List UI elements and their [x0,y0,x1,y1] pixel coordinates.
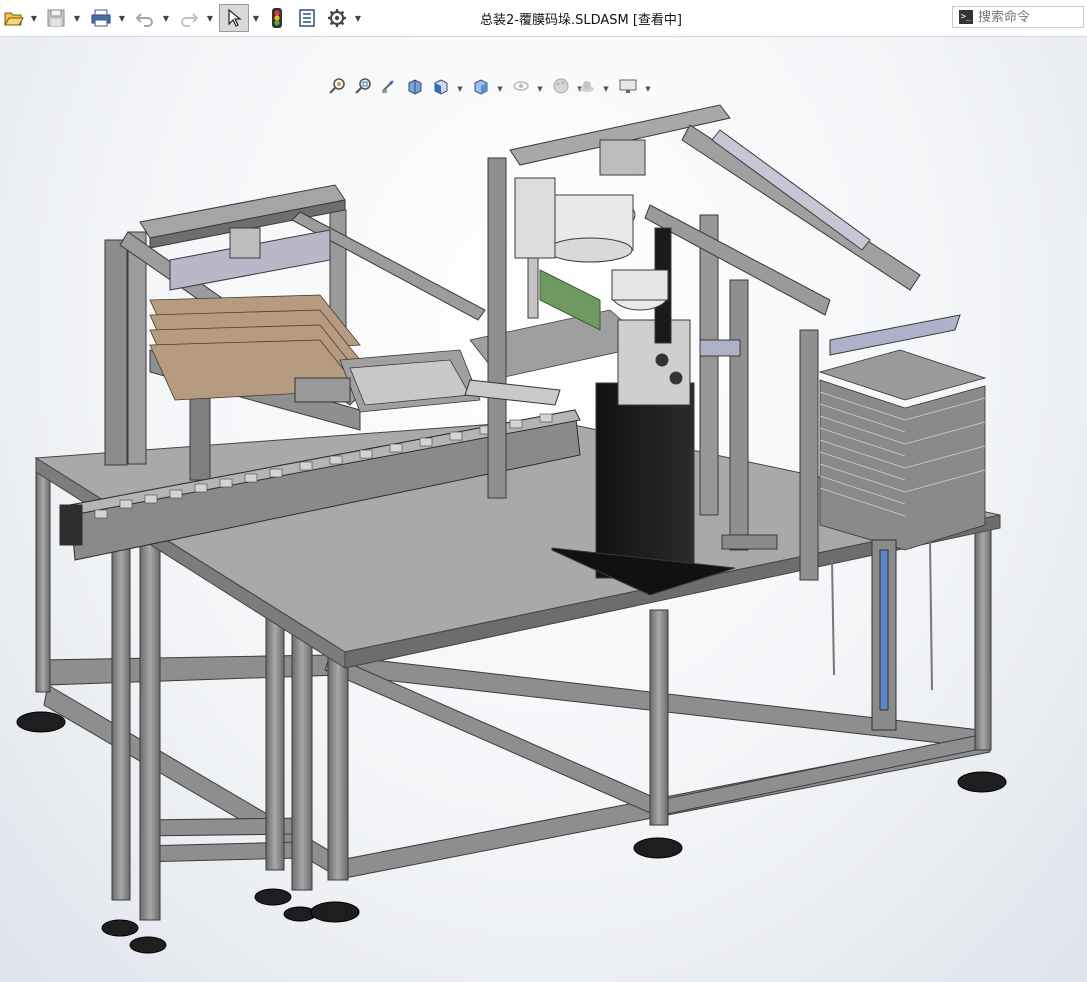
print-dropdown-icon[interactable]: ▼ [117,4,127,32]
file-properties-icon[interactable] [295,4,319,32]
gear-icon[interactable] [325,4,349,32]
traffic-light-icon[interactable] [265,4,289,32]
apply-scene-dropdown-icon[interactable]: ▼ [602,77,610,101]
view-settings-icon[interactable] [618,77,640,101]
view-orientation-icon[interactable] [432,77,454,101]
hide-show-dropdown-icon[interactable]: ▼ [536,77,544,101]
lift-column [831,539,933,731]
redo-icon[interactable] [177,4,201,32]
open-file-dropdown-icon[interactable]: ▼ [29,4,39,32]
save-icon[interactable] [44,4,68,32]
view-settings-dropdown-icon[interactable]: ▼ [644,77,652,101]
print-icon[interactable] [88,4,114,32]
redo-dropdown-icon[interactable]: ▼ [205,4,215,32]
display-style-icon[interactable] [472,77,494,101]
zoom-to-area-icon[interactable] [354,77,376,101]
select-cursor-icon[interactable] [219,4,249,32]
command-prompt-icon: >_ [959,10,973,24]
base-frame [39,654,991,879]
options-dropdown-icon[interactable]: ▼ [353,4,363,32]
select-dropdown-icon[interactable]: ▼ [251,4,261,32]
document-title: 总装2-覆膜码垛.SLDASM [查看中] [480,13,683,28]
graphics-area[interactable]: ▼ ▼ ▼ ▼ ▼ ▼ [0,37,1087,982]
zoom-to-fit-icon[interactable] [328,77,350,101]
display-style-dropdown-icon[interactable]: ▼ [496,77,504,101]
save-dropdown-icon[interactable]: ▼ [72,4,82,32]
assembly-model [16,104,1007,954]
edit-appearance-icon[interactable] [552,77,574,101]
section-view-icon[interactable] [406,77,428,101]
undo-dropdown-icon[interactable]: ▼ [161,4,171,32]
view-orientation-dropdown-icon[interactable]: ▼ [456,77,464,101]
pallet-stack [818,349,987,551]
search-input[interactable] [978,9,1078,25]
open-file-icon[interactable] [2,4,26,32]
undo-icon[interactable] [133,4,157,32]
title-bar: ▼ ▼ ▼ ▼ ▼ ▼ ▼ 总装2-覆膜码垛.SLDASM [查看中] >_ [0,0,1087,37]
hide-show-items-icon[interactable] [512,77,534,101]
apply-scene-icon[interactable] [578,77,600,101]
search-commands-box[interactable]: >_ [952,6,1084,28]
previous-view-icon[interactable] [380,77,402,101]
